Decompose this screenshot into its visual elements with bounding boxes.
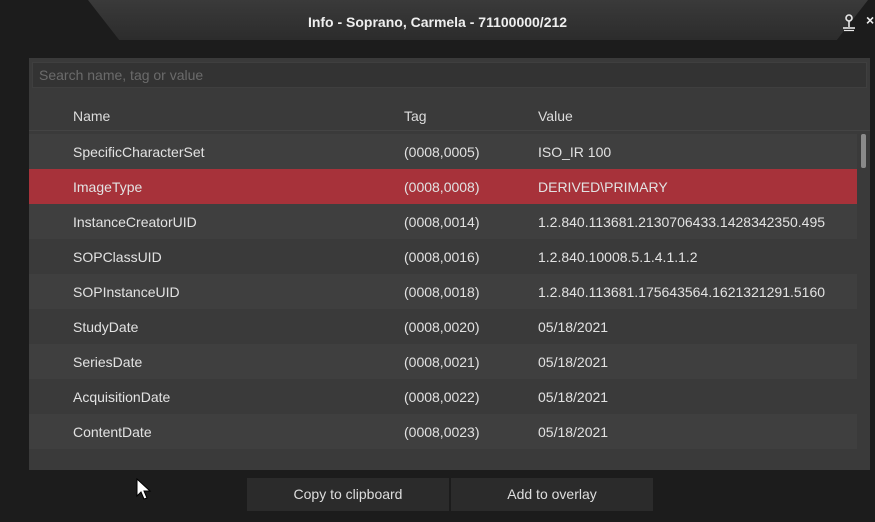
- table-row[interactable]: SOPClassUID (0008,0016) 1.2.840.10008.5.1.…: [29, 239, 857, 274]
- cell-name: ContentDate: [73, 424, 152, 440]
- add-to-overlay-button[interactable]: Add to overlay: [451, 478, 653, 511]
- cell-name: SOPClassUID: [73, 249, 162, 265]
- cell-tag: (0008,0008): [404, 179, 480, 195]
- pin-icon[interactable]: [841, 14, 857, 32]
- cell-tag: (0008,0005): [404, 144, 480, 160]
- vertical-scrollbar[interactable]: [861, 134, 866, 168]
- copy-to-clipboard-button[interactable]: Copy to clipboard: [247, 478, 449, 511]
- cell-value: 1.2.840.113681.2130706433.1428342350.495: [538, 214, 826, 230]
- search-input[interactable]: [32, 62, 867, 88]
- cell-name: AcquisitionDate: [73, 389, 171, 405]
- table-row[interactable]: InstanceCreatorUID (0008,0014) 1.2.840.113…: [29, 204, 857, 239]
- cell-name: ImageType: [73, 179, 143, 195]
- table-row[interactable]: ContentDate (0008,0023) 05/18/2021: [29, 414, 857, 449]
- cell-value: 1.2.840.10008.5.1.4.1.1.2: [538, 249, 698, 265]
- cell-value: 05/18/2021: [538, 354, 609, 370]
- cell-value: 05/18/2021: [538, 424, 609, 440]
- cell-tag: (0008,0014): [404, 214, 480, 230]
- cell-tag: (0008,0020): [404, 319, 480, 335]
- cell-value: 1.2.840.113681.175643564.1621321291.5160: [538, 284, 826, 300]
- table-row[interactable]: ImageType (0008,0008) DERIVED\PRIMARY: [29, 169, 857, 204]
- cell-tag: (0008,0023): [404, 424, 480, 440]
- cell-tag: (0008,0022): [404, 389, 480, 405]
- dicom-tag-table: SpecificCharacterSet (0008,0005) ISO_IR 10…: [29, 134, 857, 449]
- cell-name: InstanceCreatorUID: [73, 214, 197, 230]
- cell-tag: (0008,0016): [404, 249, 480, 265]
- cell-tag: (0008,0018): [404, 284, 480, 300]
- cell-name: StudyDate: [73, 319, 139, 335]
- window-titlebar[interactable]: Info - Soprano, Carmela - 71100000/212 ×: [0, 0, 875, 46]
- table-row[interactable]: SeriesDate (0008,0021) 05/18/2021: [29, 344, 857, 379]
- table-row[interactable]: SOPInstanceUID (0008,0018) 1.2.840.113681.…: [29, 274, 857, 309]
- cell-value: ISO_IR 100: [538, 144, 612, 160]
- column-header-name[interactable]: Name: [73, 108, 110, 124]
- cell-value: 05/18/2021: [538, 389, 609, 405]
- column-header-value[interactable]: Value: [538, 108, 573, 124]
- table-row[interactable]: AcquisitionDate (0008,0022) 05/18/2021: [29, 379, 857, 414]
- column-header-tag[interactable]: Tag: [404, 108, 427, 124]
- window-title: Info - Soprano, Carmela - 71100000/212: [307, 14, 568, 30]
- cell-name: SOPInstanceUID: [73, 284, 180, 300]
- cell-tag: (0008,0021): [404, 354, 480, 370]
- cell-name: SeriesDate: [73, 354, 143, 370]
- table-row[interactable]: SpecificCharacterSet (0008,0005) ISO_IR 10…: [29, 134, 857, 169]
- cell-name: SpecificCharacterSet: [73, 144, 205, 160]
- cell-value: DERIVED\PRIMARY: [538, 179, 668, 195]
- header-divider: [29, 130, 870, 131]
- cell-value: 05/18/2021: [538, 319, 609, 335]
- close-icon[interactable]: ×: [866, 12, 874, 28]
- mouse-cursor-icon: [136, 478, 152, 500]
- table-row[interactable]: StudyDate (0008,0020) 05/18/2021: [29, 309, 857, 344]
